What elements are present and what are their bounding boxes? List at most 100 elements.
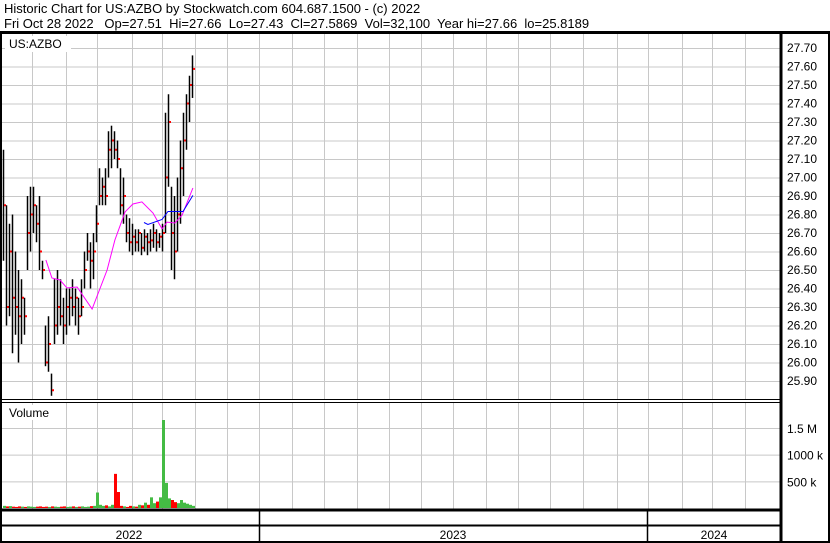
close-tick [142, 246, 144, 249]
volume-bar [90, 506, 93, 508]
close-tick [61, 315, 63, 318]
close-tick [25, 315, 27, 318]
volume-bar [24, 506, 27, 508]
symbol-label: US:AZBO [9, 37, 62, 51]
close-tick [145, 235, 147, 238]
close-tick [22, 296, 24, 299]
volume-bar [6, 506, 9, 508]
close-tick [121, 204, 123, 207]
volume-bar [54, 506, 57, 508]
close-tick [172, 232, 174, 234]
close-tick [94, 250, 96, 253]
volume-label: Volume [9, 406, 49, 420]
close-tick [139, 232, 141, 234]
close-tick [157, 241, 159, 244]
volume-bar [30, 506, 33, 508]
close-tick [64, 324, 66, 327]
volume-bar [9, 506, 12, 508]
close-tick [31, 213, 33, 216]
volume-bar [96, 492, 99, 508]
price-tick-label: 26.20 [787, 319, 817, 333]
volume-bar [141, 505, 144, 508]
volume-bar [48, 506, 51, 508]
volume-bar [51, 506, 54, 508]
volume-bar [180, 500, 183, 508]
volume-bar [84, 506, 87, 508]
volume-bar [144, 502, 147, 508]
year-label-2023: 2023 [440, 528, 467, 542]
price-tick-label: 26.60 [787, 245, 817, 259]
close-tick [118, 158, 120, 160]
close-tick [136, 241, 138, 244]
close-tick [106, 195, 108, 197]
volume-bar [12, 506, 15, 508]
volume-bar [189, 504, 192, 508]
price-tick-label: 26.50 [787, 263, 817, 277]
close-tick [175, 250, 177, 253]
close-tick [115, 148, 117, 151]
volume-bar [33, 506, 36, 508]
volume-bar [192, 505, 195, 508]
volume-bar [15, 506, 18, 508]
close-tick [4, 204, 6, 207]
close-tick [160, 235, 162, 238]
close-tick [58, 306, 60, 308]
volume-bar [42, 506, 45, 508]
close-tick [70, 296, 72, 299]
volume-bar [60, 506, 63, 508]
volume-bar [165, 482, 168, 508]
close-tick [28, 232, 30, 234]
volume-bar [108, 506, 111, 508]
volume-bar [45, 506, 48, 508]
volume-bar [132, 506, 135, 508]
close-tick [79, 315, 81, 318]
close-tick [103, 185, 105, 188]
price-tick-label: 25.90 [787, 374, 817, 388]
stock-chart: Historic Chart for US:AZBO by Stockwatch… [0, 0, 830, 543]
close-tick [43, 269, 45, 271]
volume-bar [102, 505, 105, 508]
close-tick [178, 213, 180, 216]
close-tick [88, 250, 90, 253]
price-tick-label: 27.00 [787, 171, 817, 185]
volume-bar [153, 503, 156, 508]
volume-bar [66, 506, 69, 508]
close-tick [91, 259, 93, 262]
price-tick-label: 26.30 [787, 300, 817, 314]
volume-bar [57, 506, 60, 508]
volume-bar [105, 505, 108, 508]
close-tick [16, 306, 18, 308]
volume-bar [36, 506, 39, 508]
volume-bar [147, 504, 150, 508]
volume-bar [21, 506, 24, 508]
close-tick [112, 139, 114, 142]
price-tick-label: 27.50 [787, 78, 817, 92]
price-tick-label: 26.90 [787, 189, 817, 203]
chart-title: Historic Chart for US:AZBO by Stockwatch… [4, 1, 420, 16]
volume-bar [99, 504, 102, 508]
volume-bar [168, 498, 171, 508]
volume-bar [117, 492, 120, 508]
close-tick [190, 84, 192, 86]
volume-bar [129, 505, 132, 508]
price-tick-label: 27.10 [787, 152, 817, 166]
close-tick [148, 241, 150, 244]
price-tick-label: 26.40 [787, 282, 817, 296]
volume-bar [174, 502, 177, 508]
close-tick [55, 324, 57, 327]
price-tick-label: 26.70 [787, 226, 817, 240]
close-tick [82, 306, 84, 308]
volume-bar [183, 502, 186, 508]
volume-bar [3, 505, 6, 508]
close-tick [124, 195, 126, 197]
close-tick [151, 239, 153, 242]
close-tick [163, 232, 165, 234]
close-tick [187, 102, 189, 105]
close-tick [130, 241, 132, 244]
price-tick-label: 27.40 [787, 97, 817, 111]
volume-bar [114, 473, 117, 508]
close-tick [85, 269, 87, 271]
volume-bar [120, 505, 123, 508]
price-tick-label: 27.30 [787, 115, 817, 129]
close-tick [109, 148, 111, 151]
